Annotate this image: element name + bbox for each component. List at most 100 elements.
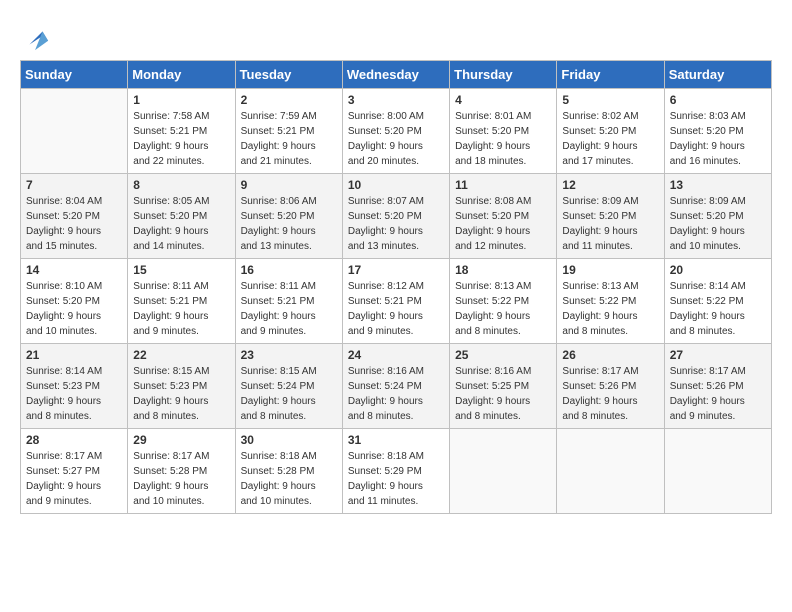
- calendar-cell: 18Sunrise: 8:13 AM Sunset: 5:22 PM Dayli…: [450, 259, 557, 344]
- day-info: Sunrise: 8:10 AM Sunset: 5:20 PM Dayligh…: [26, 279, 122, 339]
- logo: [20, 24, 50, 52]
- day-number: 7: [26, 178, 122, 192]
- day-info: Sunrise: 8:01 AM Sunset: 5:20 PM Dayligh…: [455, 109, 551, 169]
- day-info: Sunrise: 8:17 AM Sunset: 5:26 PM Dayligh…: [562, 364, 658, 424]
- day-info: Sunrise: 7:59 AM Sunset: 5:21 PM Dayligh…: [241, 109, 337, 169]
- calendar-header-row: SundayMondayTuesdayWednesdayThursdayFrid…: [21, 61, 772, 89]
- day-number: 3: [348, 93, 444, 107]
- calendar-cell: 13 Sunrise: 8:09 AM Sunset: 5:20 PM Dayli…: [664, 174, 771, 259]
- calendar-cell: 17Sunrise: 8:12 AM Sunset: 5:21 PM Dayli…: [342, 259, 449, 344]
- day-number: 1: [133, 93, 229, 107]
- calendar-cell: 12Sunrise: 8:09 AM Sunset: 5:20 PM Dayli…: [557, 174, 664, 259]
- day-info: Sunrise: 8:09 AM Sunset: 5:20 PM Dayligh…: [562, 194, 658, 254]
- calendar-cell: 2Sunrise: 7:59 AM Sunset: 5:21 PM Daylig…: [235, 89, 342, 174]
- weekday-header: Thursday: [450, 61, 557, 89]
- calendar-cell: 1 Sunrise: 7:58 AM Sunset: 5:21 PM Daylig…: [128, 89, 235, 174]
- day-number: 24: [348, 348, 444, 362]
- calendar-cell: 9Sunrise: 8:06 AM Sunset: 5:20 PM Daylig…: [235, 174, 342, 259]
- day-info: Sunrise: 8:06 AM Sunset: 5:20 PM Dayligh…: [241, 194, 337, 254]
- day-info: Sunrise: 8:12 AM Sunset: 5:21 PM Dayligh…: [348, 279, 444, 339]
- calendar-cell: [21, 89, 128, 174]
- day-info: Sunrise: 8:16 AM Sunset: 5:24 PM Dayligh…: [348, 364, 444, 424]
- day-info: Sunrise: 8:11 AM Sunset: 5:21 PM Dayligh…: [241, 279, 337, 339]
- day-number: 21: [26, 348, 122, 362]
- calendar-cell: 28Sunrise: 8:17 AM Sunset: 5:27 PM Dayli…: [21, 429, 128, 514]
- day-number: 18: [455, 263, 551, 277]
- day-number: 14: [26, 263, 122, 277]
- calendar-cell: 21 Sunrise: 8:14 AM Sunset: 5:23 PM Dayli…: [21, 344, 128, 429]
- day-number: 26: [562, 348, 658, 362]
- day-number: 8: [133, 178, 229, 192]
- day-number: 5: [562, 93, 658, 107]
- day-number: 16: [241, 263, 337, 277]
- page-header: [20, 20, 772, 52]
- day-info: Sunrise: 8:15 AM Sunset: 5:23 PM Dayligh…: [133, 364, 229, 424]
- day-info: Sunrise: 8:17 AM Sunset: 5:26 PM Dayligh…: [670, 364, 766, 424]
- calendar-cell: 7 Sunrise: 8:04 AM Sunset: 5:20 PM Daylig…: [21, 174, 128, 259]
- day-number: 10: [348, 178, 444, 192]
- calendar-cell: 11Sunrise: 8:08 AM Sunset: 5:20 PM Dayli…: [450, 174, 557, 259]
- day-number: 25: [455, 348, 551, 362]
- day-info: Sunrise: 8:18 AM Sunset: 5:29 PM Dayligh…: [348, 449, 444, 509]
- calendar-cell: 27 Sunrise: 8:17 AM Sunset: 5:26 PM Dayli…: [664, 344, 771, 429]
- calendar-week-row: 14 Sunrise: 8:10 AM Sunset: 5:20 PM Dayli…: [21, 259, 772, 344]
- calendar-week-row: 7 Sunrise: 8:04 AM Sunset: 5:20 PM Daylig…: [21, 174, 772, 259]
- weekday-header: Wednesday: [342, 61, 449, 89]
- day-number: 30: [241, 433, 337, 447]
- day-info: Sunrise: 8:04 AM Sunset: 5:20 PM Dayligh…: [26, 194, 122, 254]
- weekday-header: Sunday: [21, 61, 128, 89]
- calendar-cell: 8 Sunrise: 8:05 AM Sunset: 5:20 PM Daylig…: [128, 174, 235, 259]
- day-info: Sunrise: 8:17 AM Sunset: 5:27 PM Dayligh…: [26, 449, 122, 509]
- calendar-cell: [450, 429, 557, 514]
- calendar-cell: 16 Sunrise: 8:11 AM Sunset: 5:21 PM Dayli…: [235, 259, 342, 344]
- calendar-cell: 29 Sunrise: 8:17 AM Sunset: 5:28 PM Dayli…: [128, 429, 235, 514]
- day-info: Sunrise: 8:17 AM Sunset: 5:28 PM Dayligh…: [133, 449, 229, 509]
- day-info: Sunrise: 8:16 AM Sunset: 5:25 PM Dayligh…: [455, 364, 551, 424]
- calendar-cell: [557, 429, 664, 514]
- day-number: 23: [241, 348, 337, 362]
- day-info: Sunrise: 8:18 AM Sunset: 5:28 PM Dayligh…: [241, 449, 337, 509]
- day-number: 11: [455, 178, 551, 192]
- day-number: 31: [348, 433, 444, 447]
- day-info: Sunrise: 8:07 AM Sunset: 5:20 PM Dayligh…: [348, 194, 444, 254]
- calendar-cell: 19 Sunrise: 8:13 AM Sunset: 5:22 PM Dayli…: [557, 259, 664, 344]
- day-info: Sunrise: 8:11 AM Sunset: 5:21 PM Dayligh…: [133, 279, 229, 339]
- calendar-cell: 23 Sunrise: 8:15 AM Sunset: 5:24 PM Dayli…: [235, 344, 342, 429]
- day-number: 27: [670, 348, 766, 362]
- logo-icon: [22, 24, 50, 52]
- day-number: 6: [670, 93, 766, 107]
- day-info: Sunrise: 7:58 AM Sunset: 5:21 PM Dayligh…: [133, 109, 229, 169]
- calendar-cell: 31 Sunrise: 8:18 AM Sunset: 5:29 PM Dayli…: [342, 429, 449, 514]
- calendar-cell: 24 Sunrise: 8:16 AM Sunset: 5:24 PM Dayli…: [342, 344, 449, 429]
- calendar-cell: 30 Sunrise: 8:18 AM Sunset: 5:28 PM Dayli…: [235, 429, 342, 514]
- day-info: Sunrise: 8:09 AM Sunset: 5:20 PM Dayligh…: [670, 194, 766, 254]
- weekday-header: Monday: [128, 61, 235, 89]
- day-number: 4: [455, 93, 551, 107]
- calendar: SundayMondayTuesdayWednesdayThursdayFrid…: [20, 60, 772, 514]
- day-info: Sunrise: 8:14 AM Sunset: 5:23 PM Dayligh…: [26, 364, 122, 424]
- calendar-cell: 3 Sunrise: 8:00 AM Sunset: 5:20 PM Daylig…: [342, 89, 449, 174]
- day-number: 20: [670, 263, 766, 277]
- day-number: 19: [562, 263, 658, 277]
- calendar-cell: [664, 429, 771, 514]
- calendar-week-row: 1 Sunrise: 7:58 AM Sunset: 5:21 PM Daylig…: [21, 89, 772, 174]
- calendar-cell: 6 Sunrise: 8:03 AM Sunset: 5:20 PM Daylig…: [664, 89, 771, 174]
- day-info: Sunrise: 8:13 AM Sunset: 5:22 PM Dayligh…: [562, 279, 658, 339]
- calendar-cell: 25 Sunrise: 8:16 AM Sunset: 5:25 PM Dayli…: [450, 344, 557, 429]
- calendar-cell: 26 Sunrise: 8:17 AM Sunset: 5:26 PM Dayli…: [557, 344, 664, 429]
- day-info: Sunrise: 8:03 AM Sunset: 5:20 PM Dayligh…: [670, 109, 766, 169]
- day-info: Sunrise: 8:00 AM Sunset: 5:20 PM Dayligh…: [348, 109, 444, 169]
- calendar-cell: 10 Sunrise: 8:07 AM Sunset: 5:20 PM Dayli…: [342, 174, 449, 259]
- calendar-cell: 5Sunrise: 8:02 AM Sunset: 5:20 PM Daylig…: [557, 89, 664, 174]
- day-info: Sunrise: 8:15 AM Sunset: 5:24 PM Dayligh…: [241, 364, 337, 424]
- calendar-cell: 14 Sunrise: 8:10 AM Sunset: 5:20 PM Dayli…: [21, 259, 128, 344]
- day-info: Sunrise: 8:05 AM Sunset: 5:20 PM Dayligh…: [133, 194, 229, 254]
- calendar-cell: 4 Sunrise: 8:01 AM Sunset: 5:20 PM Daylig…: [450, 89, 557, 174]
- day-number: 13: [670, 178, 766, 192]
- weekday-header: Friday: [557, 61, 664, 89]
- calendar-week-row: 28Sunrise: 8:17 AM Sunset: 5:27 PM Dayli…: [21, 429, 772, 514]
- day-number: 29: [133, 433, 229, 447]
- calendar-cell: 22Sunrise: 8:15 AM Sunset: 5:23 PM Dayli…: [128, 344, 235, 429]
- calendar-week-row: 21 Sunrise: 8:14 AM Sunset: 5:23 PM Dayli…: [21, 344, 772, 429]
- calendar-cell: 20Sunrise: 8:14 AM Sunset: 5:22 PM Dayli…: [664, 259, 771, 344]
